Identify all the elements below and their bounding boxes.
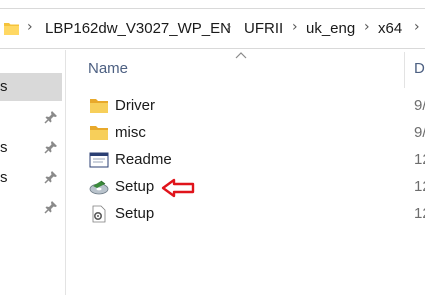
nav-item-label: s <box>0 169 8 186</box>
navigation-pane: s s s <box>0 50 66 295</box>
document-window-icon <box>89 152 109 168</box>
breadcrumb-item[interactable]: UFRII <box>244 20 283 37</box>
nav-item[interactable]: s <box>0 164 62 192</box>
file-date: 12 <box>414 151 425 168</box>
file-name: Driver <box>115 97 155 114</box>
pin-icon[interactable] <box>44 110 58 124</box>
pin-icon[interactable] <box>44 140 58 154</box>
breadcrumb-separator-icon[interactable]: › <box>292 19 298 35</box>
file-date: 9/ <box>414 97 425 114</box>
breadcrumb-separator-icon[interactable]: › <box>226 19 232 35</box>
settings-file-icon <box>92 205 106 223</box>
file-name: Setup <box>115 205 155 222</box>
column-header-name[interactable]: Name <box>88 60 128 77</box>
nav-item-label: s <box>0 139 8 156</box>
breadcrumb-item[interactable]: x64 <box>378 20 402 37</box>
breadcrumb-separator-icon[interactable]: › <box>414 19 420 35</box>
file-date: 12 <box>414 205 425 222</box>
breadcrumb-item[interactable]: uk_eng <box>306 20 355 37</box>
nav-item[interactable]: s <box>0 134 62 162</box>
file-row[interactable]: Setup 12 <box>80 174 425 200</box>
nav-item[interactable]: s <box>0 73 62 101</box>
folder-icon <box>4 23 19 35</box>
file-row[interactable]: Driver 9/ <box>80 93 425 119</box>
file-row[interactable]: Readme 12 <box>80 147 425 173</box>
folder-icon <box>90 99 108 113</box>
nav-item-label: s <box>0 78 8 95</box>
breadcrumb-separator-icon[interactable]: › <box>27 19 33 35</box>
file-name: Readme <box>115 151 172 168</box>
red-arrow-icon <box>161 178 195 198</box>
breadcrumb-separator-icon[interactable]: › <box>364 19 370 35</box>
file-name: Setup <box>115 178 155 195</box>
file-date: 12 <box>414 178 425 195</box>
column-divider[interactable] <box>404 52 405 88</box>
folder-icon <box>90 126 108 140</box>
breadcrumb-item[interactable]: LBP162dw_V3027_WP_EN <box>45 20 231 37</box>
address-bar[interactable]: › LBP162dw_V3027_WP_EN › UFRII › uk_eng … <box>0 8 425 49</box>
setup-disc-icon <box>89 180 109 195</box>
file-row[interactable]: misc 9/ <box>80 120 425 146</box>
nav-item[interactable] <box>0 104 62 132</box>
file-row[interactable]: Setup 12 <box>80 201 425 227</box>
pin-icon[interactable] <box>44 200 58 214</box>
file-name: misc <box>115 124 146 141</box>
nav-item[interactable] <box>0 194 62 222</box>
sort-ascending-icon <box>235 52 247 59</box>
pin-icon[interactable] <box>44 170 58 184</box>
file-date: 9/ <box>414 124 425 141</box>
column-header-date[interactable]: D <box>414 60 425 77</box>
